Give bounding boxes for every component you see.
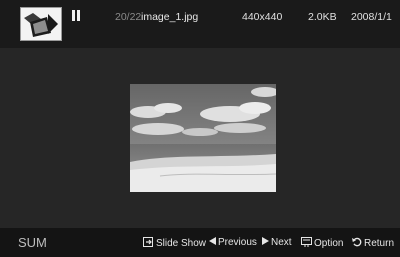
slideshow-button[interactable]: Slide Show [143, 237, 206, 250]
next-label: Next [271, 237, 292, 248]
file-size: 2.0KB [308, 11, 337, 23]
return-icon [352, 237, 362, 250]
slideshow-icon [143, 237, 154, 250]
image-resolution: 440x440 [242, 11, 283, 23]
option-icon [301, 237, 312, 250]
sum-label: SUM [18, 235, 47, 250]
next-arrow-icon [262, 237, 269, 248]
return-label: Return [364, 238, 395, 249]
image-counter: 20/22 [115, 11, 142, 23]
option-label: Option [314, 238, 344, 249]
option-button[interactable]: Option [301, 237, 343, 250]
file-name: image_1.jpg [141, 11, 199, 23]
info-bar: 20/22 image_1.jpg 440x440 2.0KB 2008/1/1 [0, 0, 400, 48]
photo-viewer-screen: 20/22 image_1.jpg 440x440 2.0KB 2008/1/1 [0, 0, 400, 257]
previous-label: Previous [218, 237, 257, 248]
control-bar: SUM Slide Show Previous Next Option Retu… [0, 228, 400, 257]
photo-folder-icon [20, 7, 62, 41]
pause-icon [72, 10, 81, 21]
file-date: 2008/1/1 [351, 11, 392, 23]
photo-preview [130, 84, 279, 192]
previous-button[interactable]: Previous [209, 237, 257, 248]
slideshow-label: Slide Show [156, 238, 207, 249]
return-button[interactable]: Return [352, 237, 394, 250]
next-button[interactable]: Next [262, 237, 292, 248]
previous-arrow-icon [209, 237, 216, 248]
